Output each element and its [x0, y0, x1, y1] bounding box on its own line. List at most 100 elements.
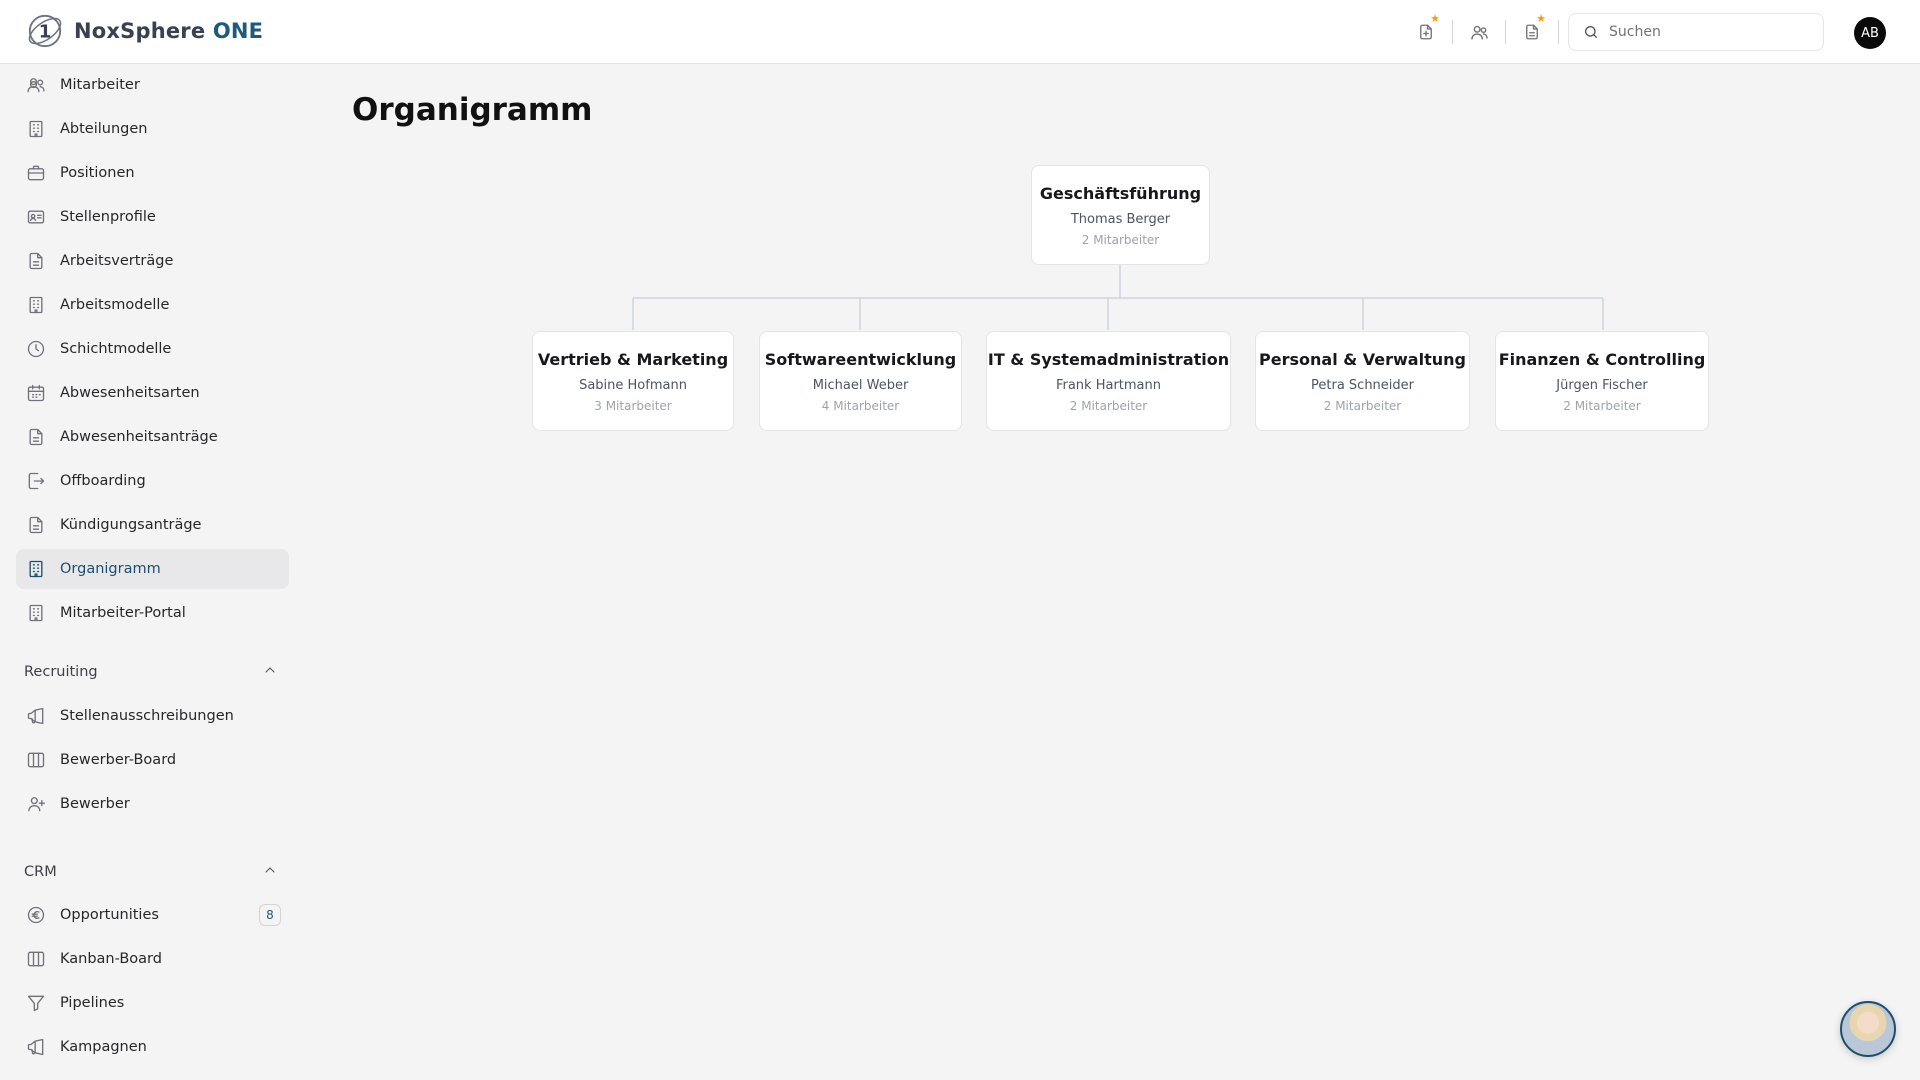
sidebar-item-label: Stellenprofile: [60, 209, 156, 225]
sidebar-item-mitarbeiter[interactable]: Mitarbeiter: [16, 65, 289, 105]
top-bar: 1 NoxSphere ONE ★ ★ AB: [0, 0, 1920, 64]
document-plus-icon: [1420, 24, 1432, 40]
clock-icon: [27, 340, 45, 358]
sidebar-item-opportunities[interactable]: Opportunities 8: [16, 895, 289, 935]
euro-icon-wrap: [26, 905, 46, 925]
sidebar-item-bewerber[interactable]: Bewerber: [16, 784, 289, 824]
logout-icon-wrap: [26, 471, 46, 491]
sidebar-item-stellenprofile[interactable]: Stellenprofile: [16, 197, 289, 237]
sidebar-item-organigramm[interactable]: Organigramm: [16, 549, 289, 589]
org-card-personal[interactable]: Personal & Verwaltung Petra Schneider 2 …: [1255, 331, 1470, 431]
megaphone-icon: [27, 1038, 44, 1056]
funnel-icon: [27, 995, 45, 1012]
org-card-it[interactable]: IT & Systemadministration Frank Hartmann…: [986, 331, 1231, 431]
org-unit-count: 2 Mitarbeiter: [1081, 232, 1160, 247]
svg-text:1: 1: [39, 22, 52, 43]
document-icon: [29, 516, 43, 534]
sidebar-item-bewerber-board[interactable]: Bewerber-Board: [16, 740, 289, 780]
building-icon: [29, 120, 43, 138]
sidebar-item-kuendigungsantraege[interactable]: Kündigungsanträge: [16, 505, 289, 545]
sidebar-item-abteilungen[interactable]: Abteilungen: [16, 109, 289, 149]
org-unit-name: Geschäftsführung: [1039, 183, 1202, 203]
sidebar-item-positionen[interactable]: Positionen: [16, 153, 289, 193]
org-unit-count: 4 Mitarbeiter: [821, 398, 900, 413]
sidebar-item-kanban-board[interactable]: Kanban-Board: [16, 939, 289, 979]
megaphone-icon-wrap: [26, 706, 46, 726]
search-box[interactable]: [1568, 13, 1824, 51]
sidebar: Mitarbeiter Abteilungen Positionen Stellenp…: [0, 64, 300, 1080]
document-icon: [1526, 24, 1538, 40]
new-document-button[interactable]: ★: [1400, 12, 1452, 46]
sidebar-item-label: Pipelines: [60, 995, 125, 1011]
sidebar-item-offboarding[interactable]: Offboarding: [16, 461, 289, 501]
org-unit-name: Vertrieb & Marketing: [537, 349, 729, 369]
megaphone-icon: [27, 707, 44, 725]
id-card-icon: [27, 210, 45, 224]
sidebar-item-schichtmodelle[interactable]: Schichtmodelle: [16, 329, 289, 369]
building-icon-wrap: [26, 559, 46, 579]
users-icon: [27, 78, 45, 93]
columns-icon: [27, 951, 45, 967]
logo-icon: 1: [28, 14, 62, 48]
sidebar-item-label: Mitarbeiter: [60, 77, 140, 93]
users-icon: [1470, 25, 1488, 40]
clock-icon-wrap: [26, 339, 46, 359]
sidebar-item-kampagnen[interactable]: Kampagnen: [16, 1027, 289, 1067]
funnel-icon-wrap: [26, 993, 46, 1013]
document-icon: [29, 428, 43, 446]
search-icon: [1585, 26, 1597, 38]
search-input[interactable]: [1609, 24, 1809, 40]
building-icon: [29, 296, 43, 314]
sidebar-item-label: Kampagnen: [60, 1039, 147, 1055]
section-title: CRM: [24, 864, 57, 880]
org-unit-lead: Thomas Berger: [1070, 211, 1171, 227]
users-icon-wrap: [26, 75, 46, 95]
user-plus-icon-wrap: [26, 794, 46, 814]
calendar-icon: [27, 384, 45, 402]
sidebar-item-label: Positionen: [60, 165, 135, 181]
sidebar-item-label: Schichtmodelle: [60, 341, 172, 357]
sidebar-item-label: Arbeitsverträge: [60, 253, 174, 269]
building-icon: [29, 560, 43, 578]
org-unit-lead: Jürgen Fischer: [1556, 377, 1648, 393]
document-icon-wrap: [26, 251, 46, 271]
section-header-recruiting[interactable]: Recruiting: [24, 660, 278, 684]
section-header-crm[interactable]: CRM: [24, 860, 278, 884]
star-icon: ★: [1430, 12, 1440, 25]
chevron-up-icon: [265, 867, 275, 873]
org-card-root[interactable]: Geschäftsführung Thomas Berger 2 Mitarbe…: [1031, 165, 1210, 265]
org-unit-count: 2 Mitarbeiter: [1563, 398, 1641, 413]
chevron-up-icon: [265, 667, 275, 673]
org-unit-name: Finanzen & Controlling: [1498, 349, 1706, 369]
sidebar-item-mitarbeiter-portal[interactable]: Mitarbeiter-Portal: [16, 593, 289, 633]
app-logo[interactable]: 1 NoxSphere ONE: [26, 12, 263, 50]
sidebar-item-arbeitsvertraege[interactable]: Arbeitsverträge: [16, 241, 289, 281]
building-icon: [29, 604, 43, 622]
sidebar-item-arbeitsmodelle[interactable]: Arbeitsmodelle: [16, 285, 289, 325]
euro-icon: [27, 906, 45, 924]
assistant-avatar-button[interactable]: [1840, 1001, 1896, 1057]
user-avatar[interactable]: AB: [1854, 17, 1886, 49]
org-card-finanzen[interactable]: Finanzen & Controlling Jürgen Fischer 2 …: [1495, 331, 1709, 431]
collapse-toggle[interactable]: [262, 862, 278, 882]
documents-button[interactable]: ★: [1506, 12, 1558, 46]
sidebar-item-label: Kündigungsanträge: [60, 517, 202, 533]
sidebar-item-label: Abwesenheitsanträge: [60, 429, 218, 445]
briefcase-icon: [27, 165, 45, 181]
calendar-icon-wrap: [26, 383, 46, 403]
sidebar-item-stellenausschreibungen[interactable]: Stellenausschreibungen: [16, 696, 289, 736]
collapse-toggle[interactable]: [262, 662, 278, 682]
org-unit-count: 3 Mitarbeiter: [594, 398, 672, 413]
sidebar-item-abwesenheitsantraege[interactable]: Abwesenheitsanträge: [16, 417, 289, 457]
org-card-softwareentwicklung[interactable]: Softwareentwicklung Michael Weber 4 Mita…: [759, 331, 962, 431]
org-unit-name: Softwareentwicklung: [764, 349, 957, 369]
org-unit-count: 2 Mitarbeiter: [1323, 398, 1402, 413]
sidebar-item-label: Organigramm: [60, 561, 161, 577]
sidebar-item-abwesenheitsarten[interactable]: Abwesenheitsarten: [16, 373, 289, 413]
org-unit-lead: Frank Hartmann: [1055, 377, 1162, 393]
document-icon-wrap: [26, 515, 46, 535]
brand-name: NoxSphere ONE: [74, 19, 264, 43]
sidebar-item-pipelines[interactable]: Pipelines: [16, 983, 289, 1023]
org-card-vertrieb[interactable]: Vertrieb & Marketing Sabine Hofmann 3 Mi…: [532, 331, 734, 431]
team-button[interactable]: [1453, 18, 1505, 46]
